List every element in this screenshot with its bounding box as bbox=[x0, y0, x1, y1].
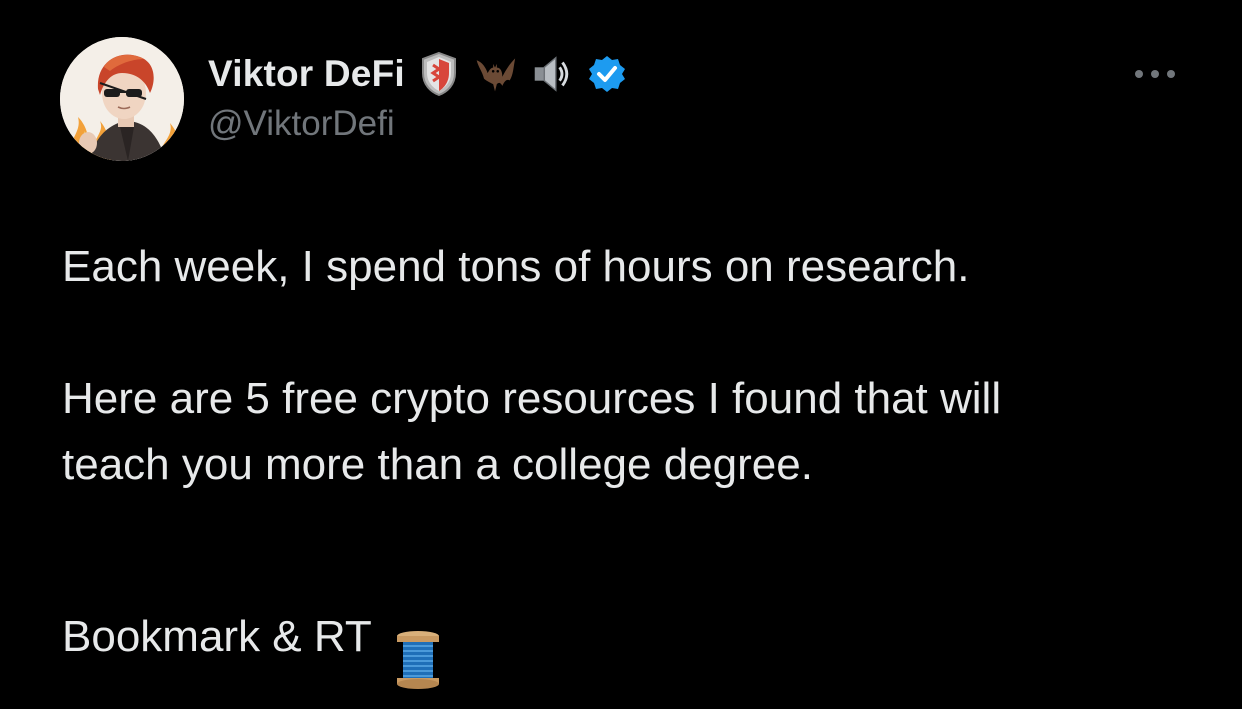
tweet-paragraph: Each week, I spend tons of hours on rese… bbox=[62, 242, 970, 291]
avatar[interactable] bbox=[60, 37, 184, 161]
tweet-card: Viktor DeFi @ViktorDefi Each week, I spe… bbox=[0, 0, 1242, 692]
bat-emoji-icon bbox=[473, 52, 517, 96]
author-name-row: Viktor DeFi bbox=[208, 50, 629, 98]
speaker-emoji-icon bbox=[529, 52, 573, 96]
tweet-cta-text: Bookmark & RT bbox=[62, 611, 372, 661]
tweet-paragraph: Here are 5 free crypto resources I found… bbox=[62, 374, 1002, 489]
tweet-paragraph-cta: Bookmark & RT bbox=[62, 564, 1182, 709]
verified-badge-icon[interactable] bbox=[585, 52, 629, 96]
shield-emoji-icon bbox=[417, 51, 461, 97]
author-handle[interactable]: @ViktorDefi bbox=[208, 104, 395, 144]
thread-spool-icon bbox=[394, 564, 442, 709]
author-display-name[interactable]: Viktor DeFi bbox=[208, 53, 405, 95]
avatar-illustration-icon bbox=[60, 37, 184, 161]
more-options-icon[interactable] bbox=[1126, 58, 1184, 90]
tweet-text: Each week, I spend tons of hours on rese… bbox=[62, 234, 1182, 709]
